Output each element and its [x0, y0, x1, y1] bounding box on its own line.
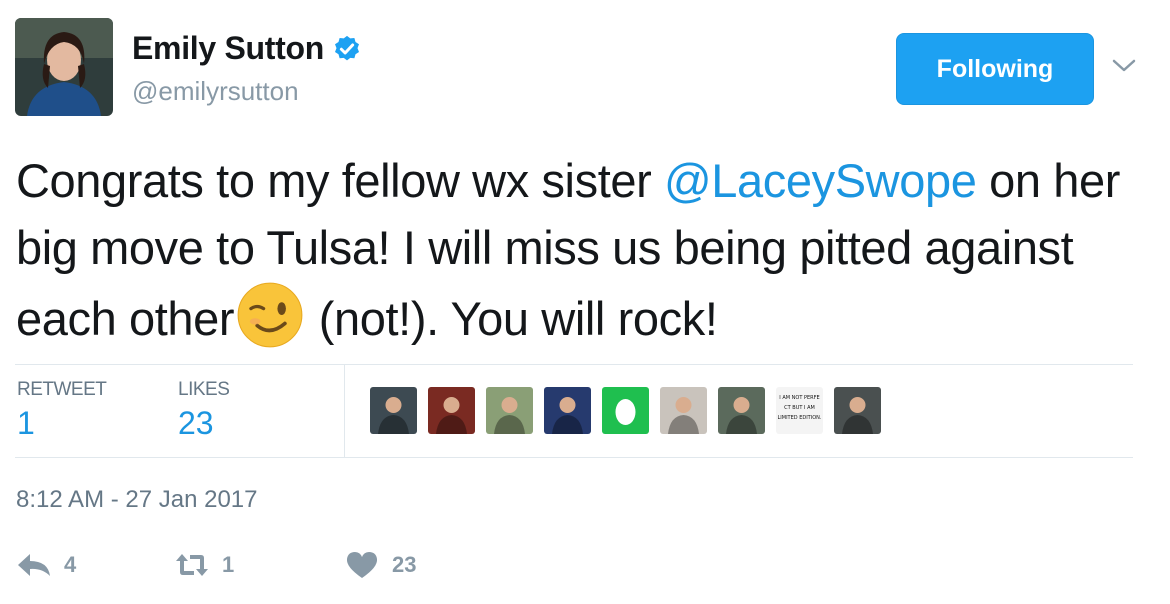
liker-9-image — [834, 387, 881, 434]
retweet-stat[interactable]: RETWEET 1 — [17, 379, 107, 442]
liker-text: LIMITED EDITION. — [778, 415, 822, 421]
liker-avatar[interactable] — [370, 387, 417, 434]
user-handle[interactable]: @emilyrsutton — [132, 76, 299, 107]
stats-row: RETWEET 1 LIKES 23 I AM NOT PERFE CT BUT … — [15, 365, 1133, 457]
liker-avatar[interactable] — [486, 387, 533, 434]
tweet-timestamp[interactable]: 8:12 AM - 27 Jan 2017 — [16, 486, 258, 514]
user-name[interactable]: Emily Sutton — [132, 30, 324, 67]
user-name-row[interactable]: Emily Sutton — [132, 30, 362, 67]
liker-6-image — [660, 387, 707, 434]
stats-divider — [344, 365, 345, 457]
liker-avatar[interactable] — [602, 387, 649, 434]
retweet-stat-value: 1 — [17, 405, 35, 441]
following-button[interactable]: Following — [896, 33, 1094, 105]
mention-link[interactable]: @LaceySwope — [664, 154, 977, 207]
like-button[interactable]: 23 — [344, 550, 416, 580]
liker-avatars: I AM NOT PERFE CT BUT I AM LIMITED EDITIO… — [370, 387, 881, 434]
liker-7-image — [718, 387, 765, 434]
likes-stat-value: 23 — [178, 405, 214, 441]
liker-text: I AM NOT PERFE — [779, 395, 819, 401]
verified-badge-icon — [334, 35, 359, 60]
tweet-text-part1: Congrats to my fellow wx sister — [16, 154, 664, 207]
retweet-count: 1 — [222, 552, 235, 577]
retweet-stat-label: RETWEET — [17, 379, 107, 400]
reply-button[interactable]: 4 — [16, 550, 76, 580]
liker-1-image — [370, 387, 417, 434]
liker-avatar[interactable] — [718, 387, 765, 434]
retweet-button[interactable]: 1 — [174, 550, 234, 580]
liker-avatar[interactable] — [834, 387, 881, 434]
avatar-image — [15, 18, 113, 116]
divider-bottom — [15, 457, 1133, 458]
liker-text: CT BUT I AM — [784, 405, 815, 411]
winking-face-emoji-icon — [237, 282, 303, 348]
liker-5-image — [602, 387, 649, 434]
likes-stat[interactable]: LIKES 23 — [178, 379, 230, 442]
liker-avatar[interactable]: I AM NOT PERFE CT BUT I AM LIMITED EDITIO… — [776, 387, 823, 434]
liker-3-image — [486, 387, 533, 434]
liker-avatar[interactable] — [660, 387, 707, 434]
reply-count: 4 — [64, 552, 77, 577]
avatar[interactable] — [15, 18, 113, 116]
tweet-text: Congrats to my fellow wx sister @LaceySw… — [16, 147, 1156, 352]
liker-avatar[interactable] — [544, 387, 591, 434]
tweet-text-part3: (not!). You will rock! — [306, 292, 718, 345]
heart-icon — [346, 552, 378, 578]
chevron-down-icon[interactable] — [1110, 56, 1138, 76]
liker-2-image — [428, 387, 475, 434]
reply-icon — [18, 554, 50, 576]
retweet-icon — [176, 554, 208, 576]
liker-4-image — [544, 387, 591, 434]
likes-stat-label: LIKES — [178, 379, 230, 400]
like-count: 23 — [392, 552, 417, 577]
liker-avatar[interactable] — [428, 387, 475, 434]
liker-8-image: I AM NOT PERFE CT BUT I AM LIMITED EDITIO… — [776, 387, 823, 434]
